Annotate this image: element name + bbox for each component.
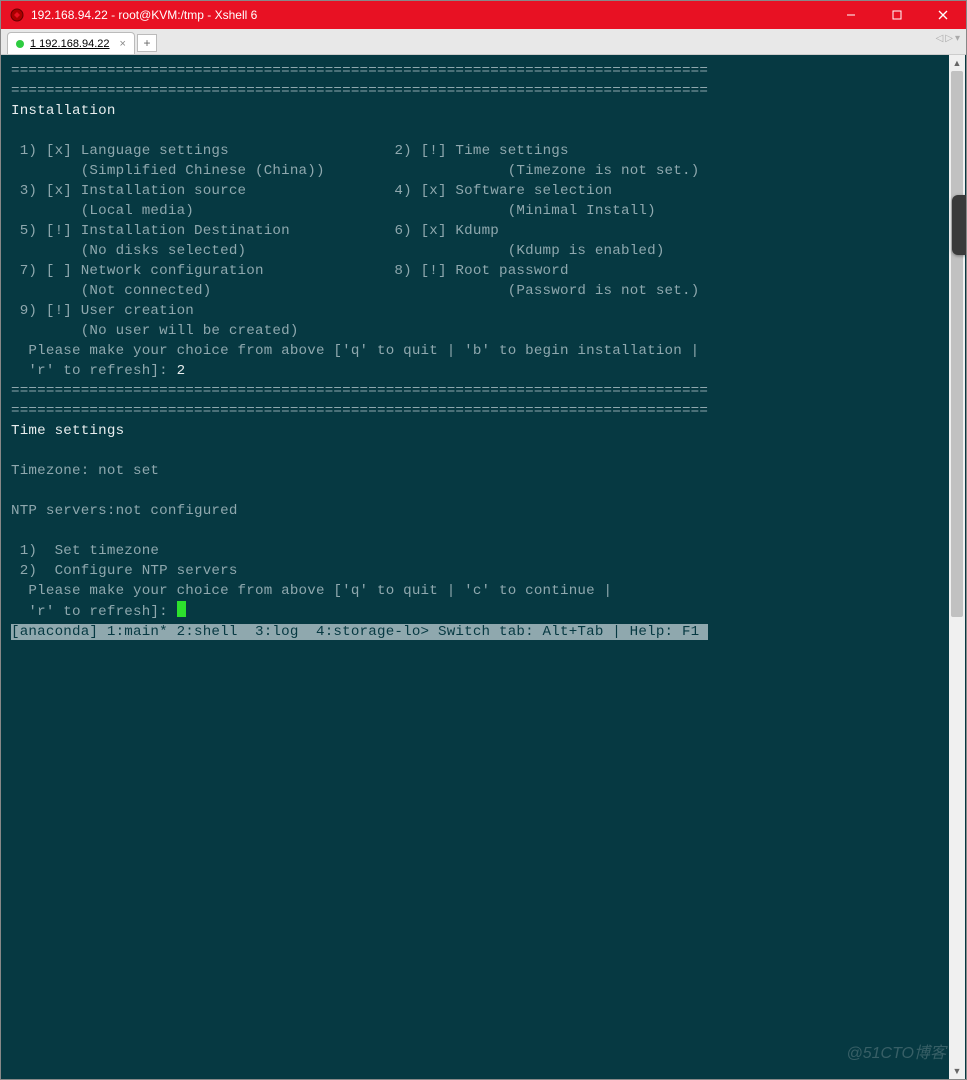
tab-bar: 1 192.168.94.22 × + ◁ ▷ ▾	[1, 29, 966, 55]
terminal-output: ========================================…	[1, 55, 966, 642]
new-tab-button[interactable]: +	[137, 34, 157, 52]
prompt-line: Please make your choice from above ['q' …	[11, 343, 699, 359]
menu-item-4: 4) [x] Software selection	[394, 183, 612, 199]
tab-close-icon[interactable]: ×	[120, 38, 126, 50]
watermark: @51CTO博客	[846, 1039, 946, 1063]
side-panel-handle[interactable]	[952, 195, 966, 255]
tab-menu-icon[interactable]: ▾	[955, 33, 960, 44]
close-button[interactable]	[920, 1, 966, 29]
titlebar[interactable]: 192.168.94.22 - root@KVM:/tmp - Xshell 6	[1, 1, 966, 29]
session-tab[interactable]: 1 192.168.94.22 ×	[7, 32, 135, 54]
scroll-down-icon[interactable]: ▼	[949, 1063, 965, 1079]
menu-item-3: 3) [x] Installation source	[11, 183, 246, 199]
timezone-status: Timezone: not set	[11, 463, 159, 479]
terminal-area[interactable]: ========================================…	[1, 55, 966, 1079]
menu-item-5: 5) [!] Installation Destination	[11, 223, 290, 239]
tmux-status-bar: [anaconda] 1:main* 2:shell 3:log 4:stora…	[11, 624, 708, 640]
app-window: 192.168.94.22 - root@KVM:/tmp - Xshell 6…	[0, 0, 967, 1080]
maximize-button[interactable]	[874, 1, 920, 29]
menu-item-9: 9) [!] User creation	[11, 303, 194, 319]
window-controls	[828, 1, 966, 29]
tab-next-icon[interactable]: ▷	[945, 33, 953, 44]
menu-item-2: 2) [!] Time settings	[394, 143, 568, 159]
section-heading: Installation	[11, 103, 116, 119]
ntp-status: NTP servers:not configured	[11, 503, 238, 519]
window-title: 192.168.94.22 - root@KVM:/tmp - Xshell 6	[31, 8, 828, 22]
connection-status-icon	[16, 40, 24, 48]
menu-item-8: 8) [!] Root password	[394, 263, 568, 279]
menu-item-1: 1) [x] Language settings	[11, 143, 229, 159]
menu-item-6: 6) [x] Kdump	[394, 223, 499, 239]
section-heading-2: Time settings	[11, 423, 124, 439]
prompt-line-2: Please make your choice from above ['q' …	[11, 583, 612, 599]
cursor	[177, 601, 186, 617]
scrollbar-thumb[interactable]	[951, 71, 963, 617]
scroll-up-icon[interactable]: ▲	[949, 55, 965, 71]
minimize-button[interactable]	[828, 1, 874, 29]
tab-label: 1 192.168.94.22	[30, 38, 110, 50]
submenu-item-1: 1) Set timezone	[11, 543, 159, 559]
submenu-item-2: 2) Configure NTP servers	[11, 563, 238, 579]
user-input-1: 2	[177, 363, 186, 379]
app-icon	[9, 7, 25, 23]
tab-prev-icon[interactable]: ◁	[936, 33, 944, 44]
menu-item-7: 7) [ ] Network configuration	[11, 263, 264, 279]
